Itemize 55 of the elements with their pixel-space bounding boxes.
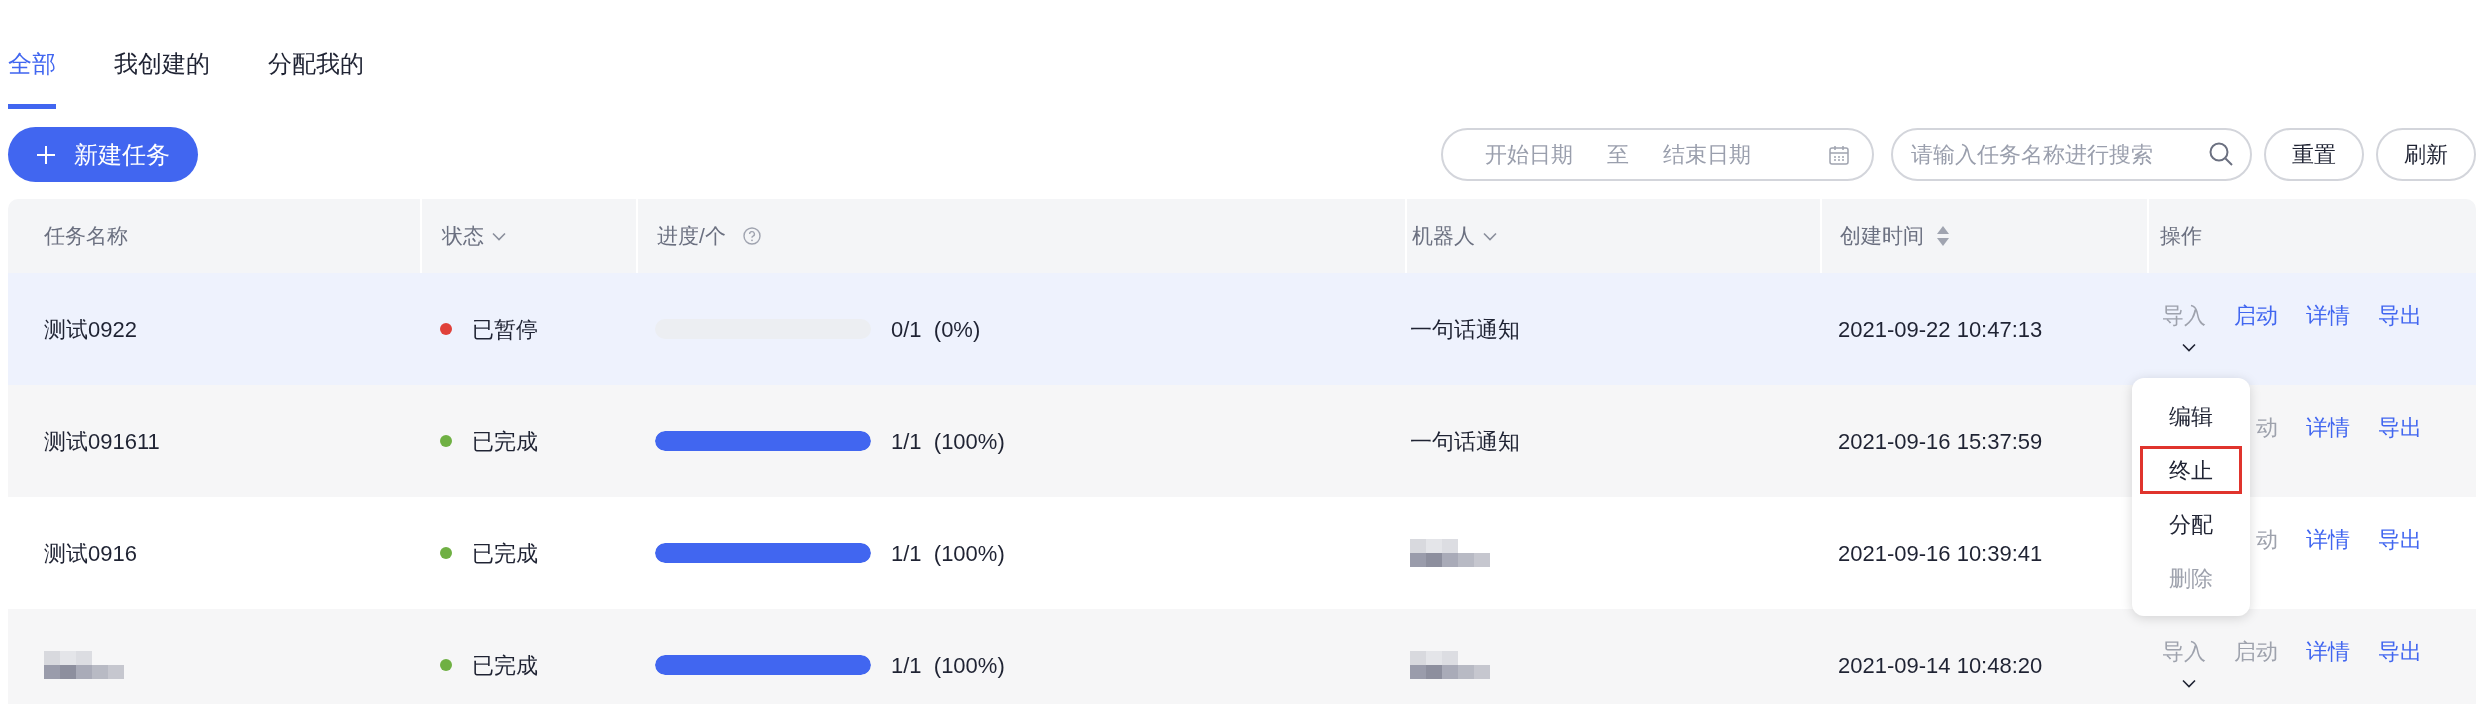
menu-item[interactable]: 编辑 bbox=[2140, 392, 2242, 440]
chevron-down-icon bbox=[2182, 342, 2196, 352]
status-text: 已完成 bbox=[472, 651, 538, 680]
action-link[interactable]: 详情 bbox=[2306, 523, 2350, 556]
column-header: 任务名称 bbox=[44, 223, 128, 250]
progress-text: 1/1 (100%) bbox=[891, 539, 1005, 568]
range-separator: 至 bbox=[1607, 141, 1629, 169]
search-icon[interactable] bbox=[2208, 141, 2234, 167]
column-header: 状态 bbox=[442, 223, 484, 250]
new-task-button[interactable]: 新建任务 bbox=[8, 127, 198, 182]
action-link[interactable]: 导出 bbox=[2378, 523, 2422, 556]
action-link[interactable]: 导出 bbox=[2378, 299, 2422, 332]
created-time: 2021-09-14 10:48:20 bbox=[1838, 651, 2043, 680]
column-header: 创建时间 bbox=[1840, 223, 1924, 250]
tab[interactable]: 分配我的 bbox=[268, 44, 364, 109]
plus-icon bbox=[36, 144, 56, 165]
created-time: 2021-09-16 10:39:41 bbox=[1838, 539, 2043, 568]
table-cell-text: 一句话通知 bbox=[1410, 427, 1520, 456]
date-range-field[interactable]: 开始日期 至 结束日期 bbox=[1441, 128, 1874, 181]
search-field[interactable]: 请输入任务名称进行搜索 bbox=[1891, 128, 2252, 181]
status-text: 已完成 bbox=[472, 427, 538, 456]
action-link[interactable]: 详情 bbox=[2306, 411, 2350, 444]
refresh-button[interactable]: 刷新 bbox=[2376, 128, 2476, 181]
column-header: 操作 bbox=[2160, 223, 2202, 250]
table-cell-text: 一句话通知 bbox=[1410, 315, 1520, 344]
action-link[interactable]: 启动 bbox=[2234, 299, 2278, 332]
tab[interactable]: 全部 bbox=[8, 44, 56, 109]
reset-button[interactable]: 重置 bbox=[2264, 128, 2364, 181]
progress-text: 0/1 (0%) bbox=[891, 315, 981, 344]
sort-icon[interactable] bbox=[1936, 225, 1950, 247]
chevron-down-icon bbox=[492, 231, 506, 241]
action-link[interactable]: 详情 bbox=[2306, 635, 2350, 668]
table-cell-text: 测试0916 bbox=[44, 539, 137, 568]
created-time: 2021-09-22 10:47:13 bbox=[1838, 315, 2043, 344]
status-text: 已完成 bbox=[472, 539, 538, 568]
column-header: 进度/个 bbox=[657, 223, 726, 250]
chevron-down-icon bbox=[2182, 678, 2196, 688]
action-link[interactable]: 导出 bbox=[2378, 411, 2422, 444]
action-link[interactable]: 导出 bbox=[2378, 635, 2422, 668]
table-cell-text: 测试091611 bbox=[44, 427, 160, 456]
start-date-placeholder: 开始日期 bbox=[1485, 141, 1573, 169]
progress-text: 1/1 (100%) bbox=[891, 427, 1005, 456]
menu-item[interactable]: 终止 bbox=[2140, 446, 2242, 494]
table-cell-text: 测试0922 bbox=[44, 315, 137, 344]
tab[interactable]: 我创建的 bbox=[114, 44, 210, 109]
help-icon[interactable] bbox=[741, 226, 762, 246]
action-link[interactable]: 详情 bbox=[2306, 299, 2350, 332]
created-time: 2021-09-16 15:37:59 bbox=[1838, 427, 2043, 456]
status-text: 已暂停 bbox=[472, 315, 538, 344]
progress-text: 1/1 (100%) bbox=[891, 651, 1005, 680]
end-date-placeholder: 结束日期 bbox=[1663, 141, 1751, 169]
calendar-icon bbox=[1828, 143, 1850, 166]
column-header: 机器人 bbox=[1412, 223, 1475, 250]
menu-item[interactable]: 分配 bbox=[2140, 500, 2242, 548]
chevron-down-icon bbox=[1483, 231, 1497, 241]
